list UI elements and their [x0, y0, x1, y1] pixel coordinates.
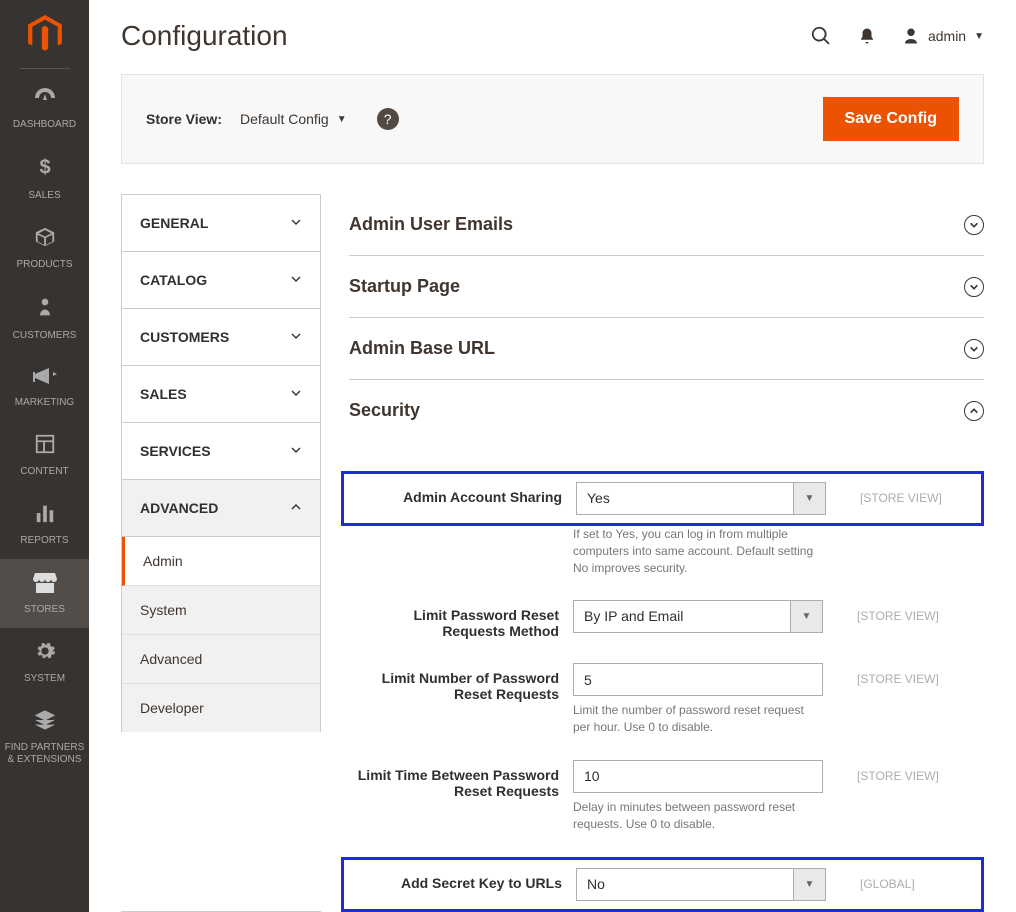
sidebar-item-stores[interactable]: STORES	[0, 559, 89, 628]
bar-chart-icon	[4, 502, 85, 530]
store-view-dropdown[interactable]: Default Config ▼	[240, 111, 347, 127]
field-limit-time: Limit Time Between Password Reset Reques…	[349, 760, 984, 833]
label-secret-key: Add Secret Key to URLs	[352, 868, 562, 891]
topbar: Configuration admin ▼	[121, 20, 984, 52]
sidebar-item-system[interactable]: SYSTEM	[0, 628, 89, 697]
store-view-switcher: Store View: Default Config ▼ ?	[146, 108, 399, 130]
section-admin-user-emails[interactable]: Admin User Emails	[349, 194, 984, 256]
chevron-down-icon	[964, 215, 984, 235]
sub-item-developer[interactable]: Developer	[122, 684, 320, 732]
config-tabs: GENERAL CATALOG CUSTOMERS SALES SERVICES…	[121, 194, 321, 912]
chevron-down-icon: ▼	[793, 869, 825, 900]
field-account-sharing: Admin Account Sharing Yes ▼ [STORE VIEW]	[352, 482, 981, 515]
save-config-button[interactable]: Save Config	[823, 97, 959, 141]
sub-item-advanced[interactable]: Advanced	[122, 635, 320, 684]
megaphone-icon	[4, 366, 85, 392]
select-secret-key[interactable]: No ▼	[576, 868, 826, 901]
admin-sidebar: DASHBOARD $ SALES PRODUCTS CUSTOMERS MAR…	[0, 0, 89, 912]
chevron-down-icon: ▼	[337, 114, 347, 125]
note-account-sharing: If set to Yes, you can log in from multi…	[573, 526, 823, 576]
scope-limit-method: [STORE VIEW]	[857, 600, 967, 623]
sub-item-admin[interactable]: Admin	[122, 537, 320, 586]
svg-text:$: $	[39, 157, 50, 179]
highlight-secret-key: Add Secret Key to URLs No ▼ [GLOBAL]	[341, 857, 984, 912]
field-limit-method: Limit Password Reset Requests Method By …	[349, 600, 984, 639]
field-limit-number: Limit Number of Password Reset Requests …	[349, 663, 984, 736]
sidebar-item-customers[interactable]: CUSTOMERS	[0, 283, 89, 354]
dashboard-icon	[4, 86, 85, 114]
scope-limit-time: [STORE VIEW]	[857, 760, 967, 783]
chevron-down-icon	[290, 329, 302, 345]
bell-icon[interactable]	[858, 25, 876, 47]
tab-advanced[interactable]: ADVANCED	[122, 480, 320, 537]
note-limit-time: Delay in minutes between password reset …	[573, 799, 823, 833]
label-limit-number: Limit Number of Password Reset Requests	[349, 663, 559, 702]
note-row-account-sharing: If set to Yes, you can log in from multi…	[349, 520, 984, 576]
chevron-down-icon: ▼	[790, 601, 822, 632]
chevron-down-icon: ▼	[793, 483, 825, 514]
main-content: Configuration admin ▼ Store View: Defaul…	[89, 0, 1016, 912]
chevron-up-icon	[964, 401, 984, 421]
scope-limit-number: [STORE VIEW]	[857, 663, 967, 686]
user-menu[interactable]: admin ▼	[902, 27, 984, 45]
tab-services[interactable]: SERVICES	[122, 423, 320, 480]
gear-icon	[4, 640, 85, 668]
topbar-actions: admin ▼	[810, 25, 984, 47]
select-account-sharing[interactable]: Yes ▼	[576, 482, 826, 515]
config-sections: Admin User Emails Startup Page Admin Bas…	[349, 194, 984, 912]
section-security[interactable]: Security	[349, 380, 984, 441]
tab-catalog[interactable]: CATALOG	[122, 252, 320, 309]
note-limit-number: Limit the number of password reset reque…	[573, 702, 823, 736]
field-secret-key: Add Secret Key to URLs No ▼ [GLOBAL]	[352, 868, 981, 901]
sub-item-system[interactable]: System	[122, 586, 320, 635]
tab-sales[interactable]: SALES	[122, 366, 320, 423]
label-limit-method: Limit Password Reset Requests Method	[349, 600, 559, 639]
divider	[20, 68, 70, 69]
dollar-icon: $	[4, 155, 85, 185]
scope-account-sharing: [STORE VIEW]	[860, 482, 970, 505]
action-bar: Store View: Default Config ▼ ? Save Conf…	[121, 74, 984, 164]
chevron-down-icon	[290, 386, 302, 402]
tab-customers[interactable]: CUSTOMERS	[122, 309, 320, 366]
search-icon[interactable]	[810, 25, 832, 47]
input-limit-number[interactable]	[573, 663, 823, 696]
page-title: Configuration	[121, 20, 288, 52]
security-fields: Admin Account Sharing Yes ▼ [STORE VIEW]	[349, 441, 984, 912]
sidebar-item-reports[interactable]: REPORTS	[0, 490, 89, 559]
sidebar-item-content[interactable]: CONTENT	[0, 421, 89, 490]
scope-secret-key: [GLOBAL]	[860, 868, 970, 891]
user-icon	[902, 27, 920, 45]
sidebar-item-marketing[interactable]: MARKETING	[0, 354, 89, 421]
puzzle-icon	[4, 709, 85, 737]
config-content: GENERAL CATALOG CUSTOMERS SALES SERVICES…	[121, 194, 984, 912]
chevron-down-icon: ▼	[974, 31, 984, 42]
label-account-sharing: Admin Account Sharing	[352, 482, 562, 505]
sidebar-item-dashboard[interactable]: DASHBOARD	[0, 74, 89, 143]
layout-icon	[4, 433, 85, 461]
user-name: admin	[928, 28, 966, 44]
store-icon	[4, 571, 85, 599]
section-admin-base-url[interactable]: Admin Base URL	[349, 318, 984, 380]
label-limit-time: Limit Time Between Password Reset Reques…	[349, 760, 559, 799]
chevron-down-icon	[290, 443, 302, 459]
sidebar-item-partners[interactable]: FIND PARTNERS & EXTENSIONS	[0, 697, 89, 778]
highlight-account-sharing: Admin Account Sharing Yes ▼ [STORE VIEW]	[341, 471, 984, 526]
magento-logo-icon	[27, 15, 63, 53]
chevron-down-icon	[964, 339, 984, 359]
chevron-down-icon	[290, 272, 302, 288]
section-startup-page[interactable]: Startup Page	[349, 256, 984, 318]
select-limit-method[interactable]: By IP and Email ▼	[573, 600, 823, 633]
box-icon	[4, 226, 85, 254]
chevron-up-icon	[290, 500, 302, 516]
chevron-down-icon	[964, 277, 984, 297]
tab-advanced-sub: Admin System Advanced Developer	[122, 537, 320, 732]
store-view-label: Store View:	[146, 111, 222, 127]
input-limit-time[interactable]	[573, 760, 823, 793]
tab-general[interactable]: GENERAL	[122, 195, 320, 252]
sidebar-item-products[interactable]: PRODUCTS	[0, 214, 89, 283]
person-icon	[4, 295, 85, 325]
sidebar-item-sales[interactable]: $ SALES	[0, 143, 89, 214]
help-icon[interactable]: ?	[377, 108, 399, 130]
chevron-down-icon	[290, 215, 302, 231]
